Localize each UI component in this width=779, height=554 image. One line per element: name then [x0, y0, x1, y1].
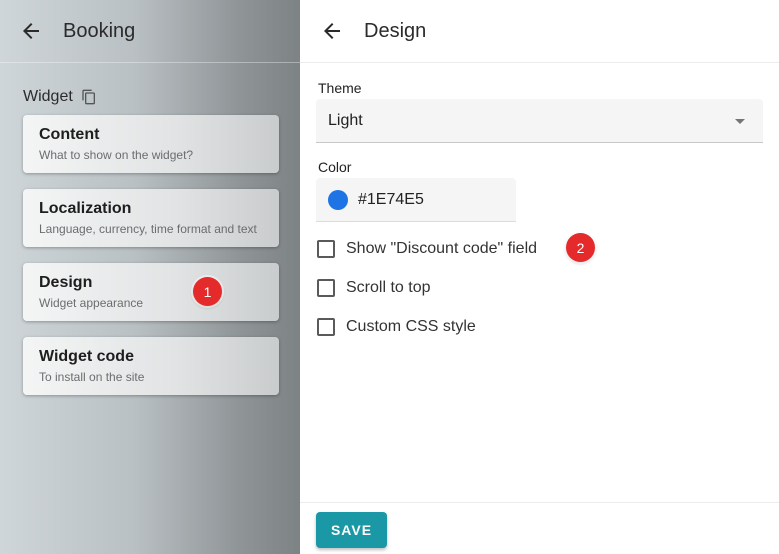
checkbox-discount-code[interactable]: Show "Discount code" field [317, 240, 537, 258]
checkbox-label: Custom CSS style [346, 318, 476, 335]
widget-section-label: Widget [23, 88, 73, 105]
left-panel: Booking Widget Content What to show on t… [0, 0, 300, 554]
checkbox-box[interactable] [317, 240, 335, 258]
chevron-down-icon [735, 119, 745, 124]
theme-label: Theme [318, 80, 362, 96]
checkbox-scroll-to-top[interactable]: Scroll to top [317, 279, 430, 297]
color-swatch[interactable] [328, 189, 348, 210]
card-subtitle: Widget appearance [39, 296, 144, 310]
color-hex-value: #1E74E5 [358, 190, 424, 208]
color-picker-field[interactable]: #1E74E5 [316, 178, 516, 222]
checkbox-box[interactable] [317, 279, 335, 297]
card-widget-code[interactable]: Widget code To install on the site [23, 337, 279, 395]
card-title: Design [39, 274, 93, 291]
right-panel: Design Theme Light Color [300, 0, 779, 554]
card-subtitle: Language, currency, time format and text [39, 222, 257, 236]
arrow-left-icon[interactable] [319, 18, 345, 44]
card-design[interactable]: Design Widget appearance [23, 263, 279, 321]
card-title: Content [39, 126, 100, 143]
checkbox-custom-css[interactable]: Custom CSS style [317, 318, 476, 336]
copy-icon[interactable] [81, 89, 97, 105]
card-title: Widget code [39, 348, 134, 365]
checkbox-label: Show "Discount code" field [346, 240, 538, 257]
card-title: Localization [39, 200, 132, 217]
footer-bar: SAVE [300, 502, 779, 554]
right-panel-title: Design [364, 19, 427, 42]
right-header: Design [300, 0, 779, 63]
color-label: Color [318, 159, 352, 175]
save-button[interactable]: SAVE [316, 512, 387, 548]
arrow-left-icon[interactable] [18, 18, 44, 44]
left-panel-title: Booking [63, 19, 136, 42]
card-subtitle: To install on the site [39, 370, 145, 384]
widget-section-header: Widget [23, 88, 97, 106]
card-content[interactable]: Content What to show on the widget? [23, 115, 279, 173]
theme-select-value: Light [328, 111, 363, 129]
left-header: Booking [0, 0, 300, 63]
card-localization[interactable]: Localization Language, currency, time fo… [23, 189, 279, 247]
checkbox-label: Scroll to top [346, 279, 431, 296]
step-badge-2: 2 [566, 233, 595, 262]
checkbox-box[interactable] [317, 318, 335, 336]
card-subtitle: What to show on the widget? [39, 148, 194, 162]
step-badge-1: 1 [193, 277, 222, 306]
theme-select[interactable]: Light [316, 99, 763, 143]
